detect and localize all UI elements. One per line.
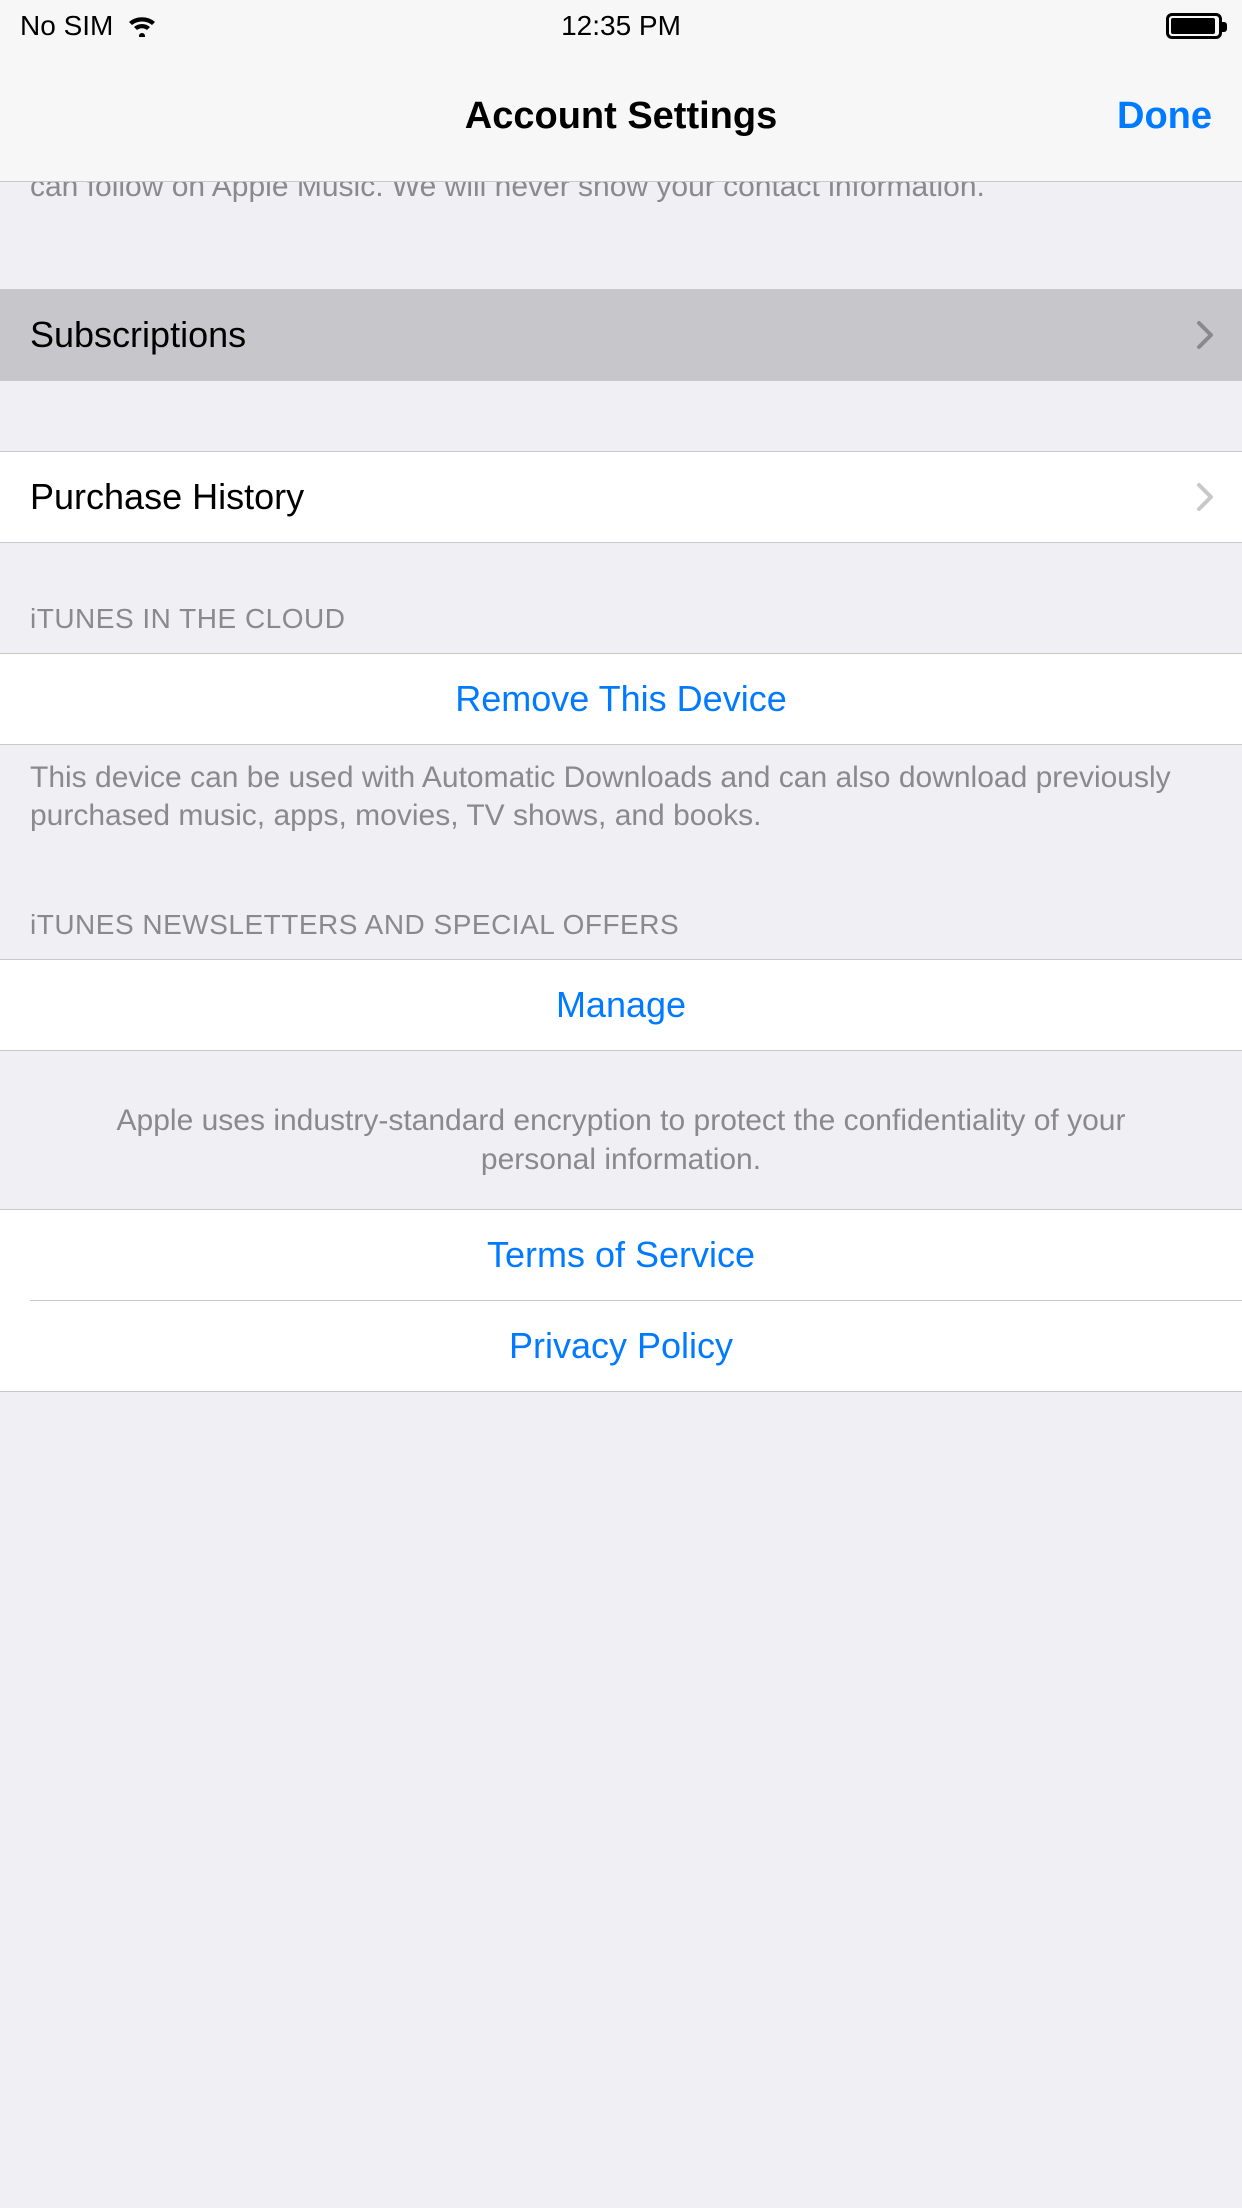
manage-label: Manage (556, 984, 686, 1026)
status-right (1166, 13, 1222, 39)
terms-of-service-label: Terms of Service (487, 1234, 755, 1276)
nav-bar: Account Settings Done (0, 52, 1242, 182)
chevron-right-icon (1196, 320, 1214, 350)
newsletters-header: iTUNES NEWSLETTERS AND SPECIAL OFFERS (0, 849, 1242, 959)
privacy-policy-link[interactable]: Privacy Policy (0, 1301, 1242, 1391)
encryption-note: Apple uses industry-standard encryption … (0, 1051, 1242, 1209)
status-bar: No SIM 12:35 PM (0, 0, 1242, 52)
battery-level (1171, 18, 1215, 34)
purchase-history-row[interactable]: Purchase History (0, 451, 1242, 543)
content-scroll[interactable]: People who have your phone number or ema… (0, 182, 1242, 2208)
terms-of-service-link[interactable]: Terms of Service (0, 1210, 1242, 1300)
legal-links-group: Terms of Service Privacy Policy (0, 1209, 1242, 1392)
status-time: 12:35 PM (561, 10, 681, 42)
remove-this-device-button[interactable]: Remove This Device (0, 653, 1242, 745)
itunes-cloud-header: iTUNES IN THE CLOUD (0, 543, 1242, 653)
subscriptions-row[interactable]: Subscriptions (0, 289, 1242, 381)
remove-this-device-label: Remove This Device (455, 678, 786, 720)
done-button[interactable]: Done (1117, 95, 1212, 138)
page-title: Account Settings (465, 95, 777, 138)
battery-icon (1166, 13, 1222, 39)
manage-newsletters-button[interactable]: Manage (0, 959, 1242, 1051)
wifi-icon (127, 15, 157, 37)
carrier-text: No SIM (20, 10, 113, 42)
chevron-right-icon (1196, 482, 1214, 512)
apple-music-contact-footer: People who have your phone number or ema… (0, 182, 1242, 221)
purchase-history-label: Purchase History (30, 476, 304, 518)
status-left: No SIM (20, 10, 157, 42)
privacy-policy-label: Privacy Policy (509, 1325, 733, 1367)
itunes-cloud-footer: This device can be used with Automatic D… (0, 745, 1242, 850)
subscriptions-label: Subscriptions (30, 314, 246, 356)
